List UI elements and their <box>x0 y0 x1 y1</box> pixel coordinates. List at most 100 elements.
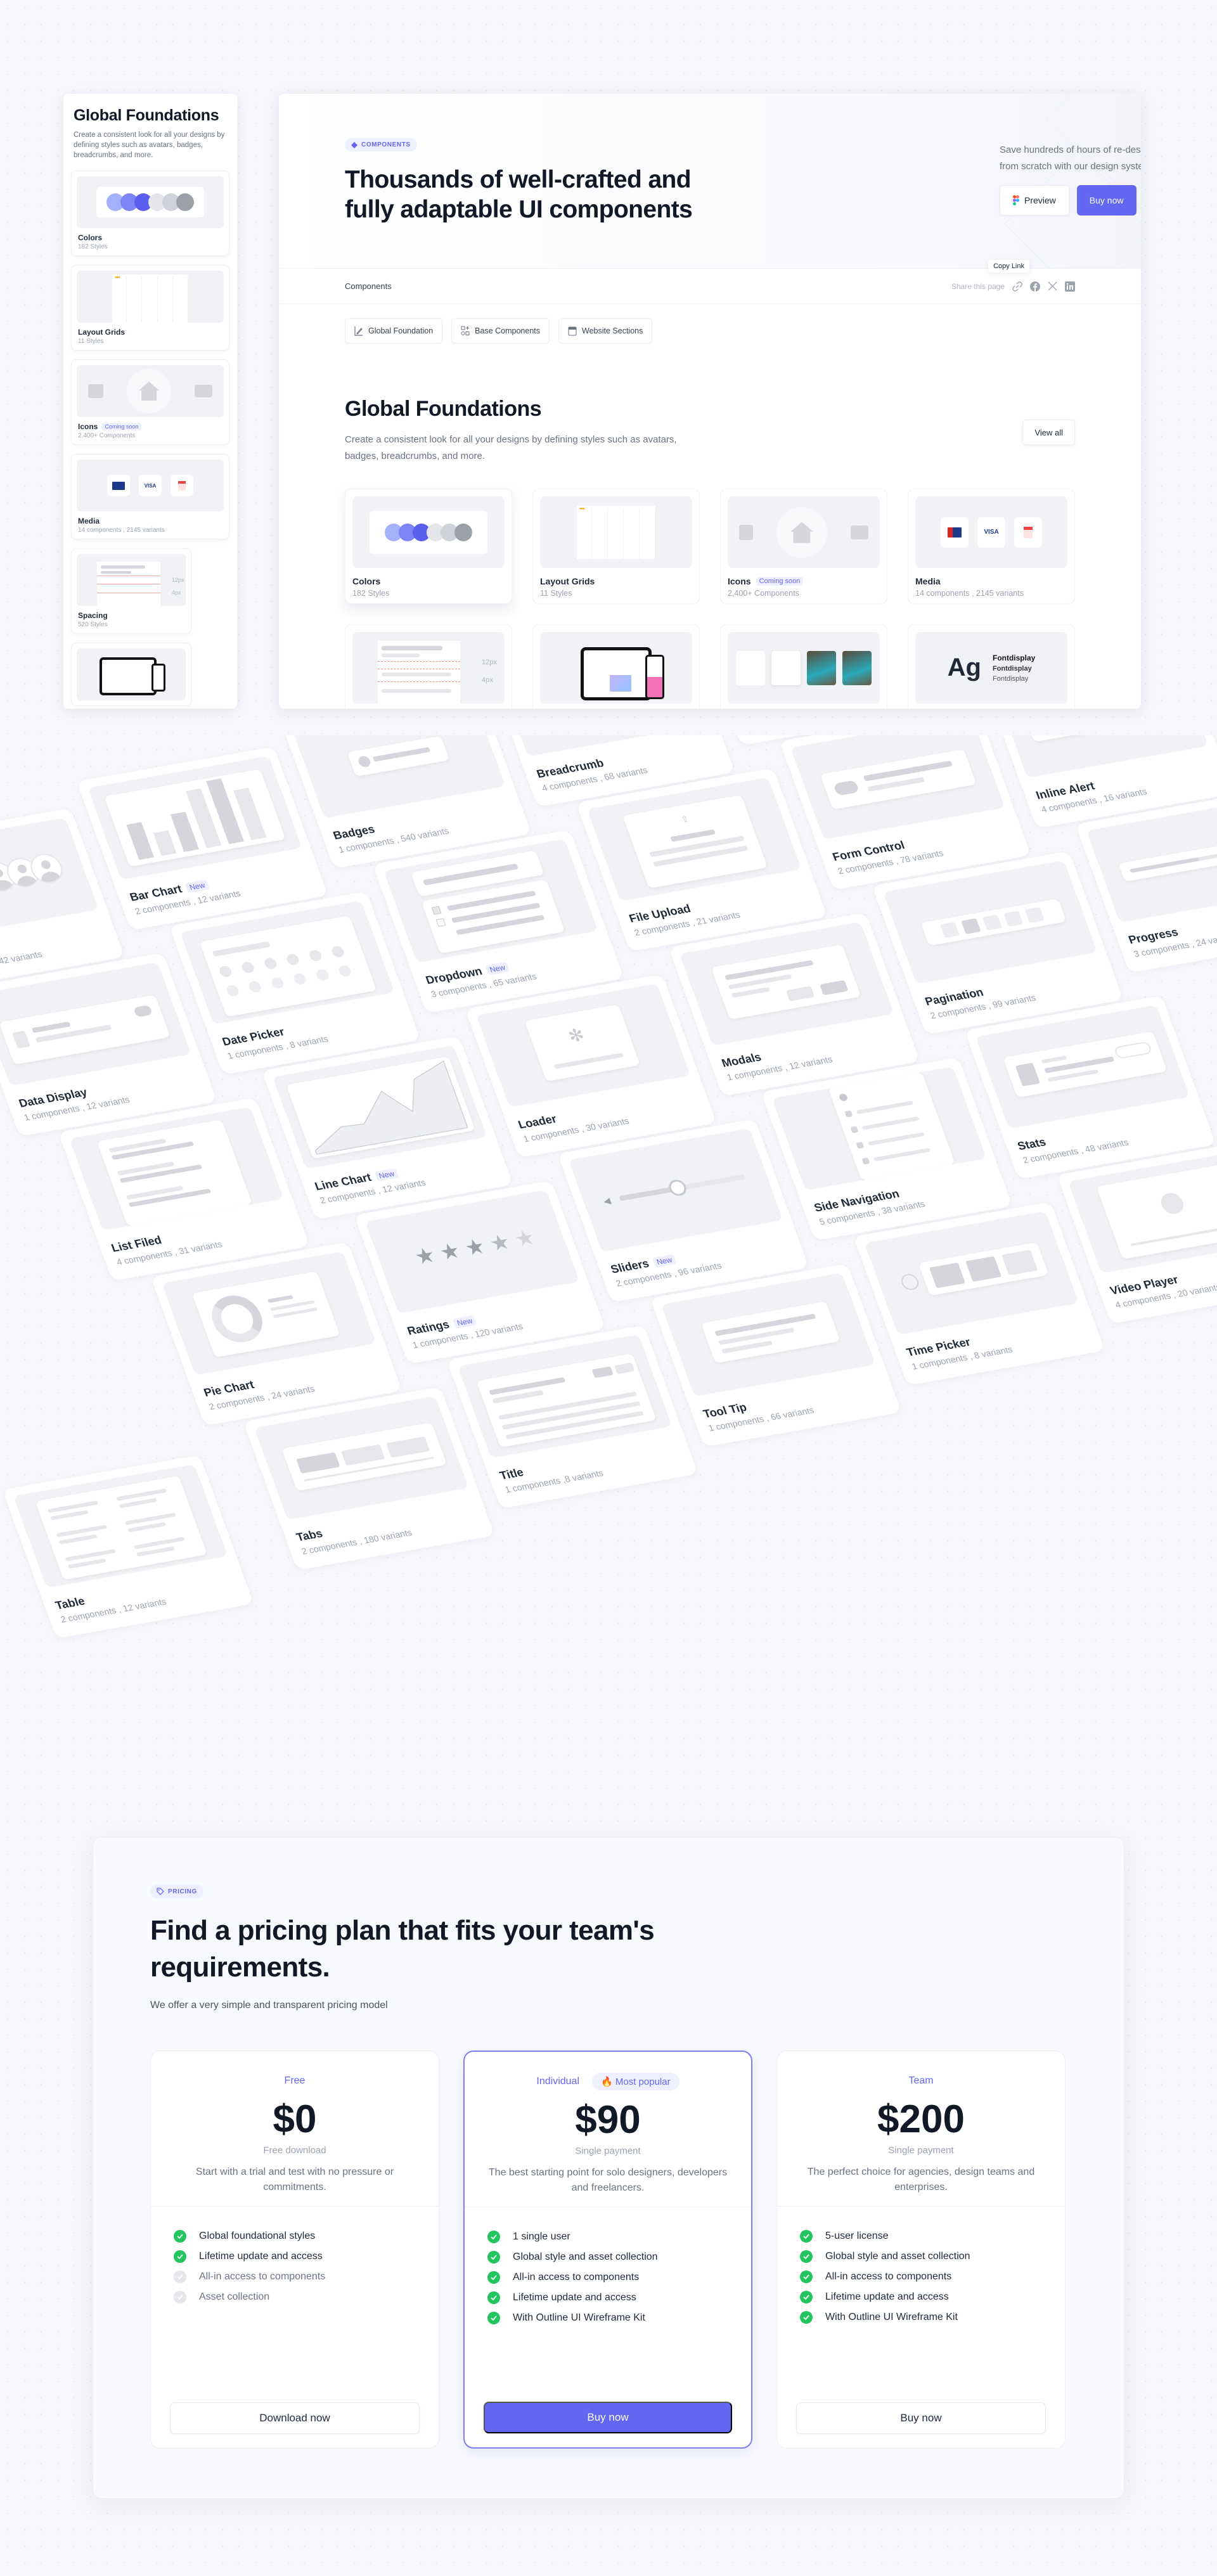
component-card-table[interactable]: Table 2 components , 12 variants <box>2 1455 254 1639</box>
component-card-data-display[interactable]: Data Display 1 components , 12 variants <box>0 953 217 1137</box>
feature-item: Global foundational styles <box>174 2226 325 2246</box>
foundation-card-media[interactable]: VISA Media 14 components , 2145 variants <box>908 489 1075 604</box>
icons-thumbnail <box>77 365 224 417</box>
foundation-card-devices[interactable] <box>532 624 700 709</box>
flag-icon <box>941 517 969 548</box>
feature-label: Global foundational styles <box>199 2231 316 2241</box>
feature-item: With Outline UI Wireframe Kit <box>800 2307 970 2328</box>
linkedin-icon[interactable] <box>1065 281 1075 292</box>
inbox-icon <box>850 525 868 539</box>
plan-card-free: Free $0 Free download Start with a trial… <box>150 2051 439 2449</box>
component-card-list-filed[interactable]: List Filed 4 components , 31 variants <box>58 1097 310 1281</box>
component-card-pie-chart[interactable]: Pie Chart 2 components , 24 variants <box>150 1242 402 1426</box>
foundation-card-layout-grids[interactable]: ●●● Layout Grids 11 Styles <box>532 489 700 604</box>
card-meta: 2,400+ Components <box>78 432 136 439</box>
new-badge: New <box>184 879 210 893</box>
visa-icon: VISA <box>977 517 1005 548</box>
card-meta: 182 Styles <box>352 589 390 598</box>
color-swatch <box>454 523 472 541</box>
breadcrumb[interactable]: Components <box>345 281 392 291</box>
side-card-spacing[interactable]: 12px 4px Spacing 520 Styles <box>71 548 191 634</box>
hero-buttons: Preview Buy now <box>1000 185 1137 216</box>
preview-button[interactable]: Preview <box>1000 185 1069 216</box>
media-thumbnail: VISA <box>77 460 224 512</box>
foundation-card-typography[interactable]: Ag Fontdisplay Fontdisplay Fontdisplay <box>908 624 1075 709</box>
link-icon[interactable] <box>1012 281 1022 292</box>
card-title: Media <box>915 576 941 586</box>
tab-base-components[interactable]: Base Components <box>451 318 550 344</box>
side-card-devices[interactable] <box>71 643 191 706</box>
component-thumbnail <box>180 900 395 1025</box>
component-thumbnail <box>790 735 1005 840</box>
plan-price: $90 <box>575 2098 641 2142</box>
foundation-card-colors[interactable]: Colors 182 Styles <box>345 489 512 604</box>
card-title: Spacing <box>78 611 108 620</box>
component-card-stats[interactable]: Stats 2 components , 48 variants <box>964 995 1216 1180</box>
component-card-dropdown[interactable]: Dropdown New 3 components , 65 variants <box>372 829 624 1014</box>
check-circle-icon <box>487 2312 500 2324</box>
facebook-icon[interactable] <box>1030 281 1040 292</box>
component-thumbnail <box>254 1396 469 1520</box>
type-sample: Ag <box>947 654 981 681</box>
side-card-media[interactable]: VISA Media 14 components , 2145 variants <box>71 454 229 539</box>
side-card-icons[interactable]: Icons Coming soon 2,400+ Components <box>71 359 229 445</box>
feature-item: Lifetime update and access <box>174 2246 325 2267</box>
component-card-sliders[interactable]: ◀ Sliders New 2 components , 96 variants <box>557 1119 809 1303</box>
component-thumbnail <box>975 1005 1190 1129</box>
feature-item: 1 single user <box>487 2227 658 2247</box>
inbox-icon <box>194 385 212 397</box>
section-description: Create a consistent look for all your de… <box>345 434 677 461</box>
flag-icon <box>107 475 130 496</box>
plan-payment-type: Free download <box>263 2145 326 2156</box>
preview-label: Preview <box>1024 195 1056 205</box>
component-card-date-picker[interactable]: Date Picker 1 components , 8 variants <box>169 891 421 1075</box>
pen-ruler-icon <box>354 326 363 336</box>
check-circle-icon <box>487 2271 500 2284</box>
plan-header: Free <box>151 2071 439 2090</box>
component-name: Tabs <box>294 1527 325 1544</box>
side-card-layout-grids[interactable]: ●●● Layout Grids 11 Styles <box>71 265 229 351</box>
component-card-side-navigation[interactable]: Side Navigation 5 components , 38 varian… <box>761 1057 1013 1241</box>
component-thumbnail <box>679 922 894 1046</box>
component-card-bar-chart[interactable]: Bar Chart New 2 components , 12 variants <box>76 746 328 931</box>
component-card-pagination[interactable]: Pagination 2 components , 99 variants <box>872 851 1124 1035</box>
component-card-loader[interactable]: ✻ Loader 1 components , 30 variants <box>465 974 717 1158</box>
divider <box>465 2206 751 2207</box>
section-title: Global Foundations <box>345 397 542 421</box>
spacing-label: 12px <box>172 577 184 583</box>
component-card-line-chart[interactable]: Line Chart New 2 components , 12 variants <box>261 1036 513 1220</box>
component-card-tool-tip[interactable]: Tool Tip 1 components , 66 variants <box>650 1263 902 1447</box>
category-tabs: Global Foundation Base Components Websit… <box>279 304 1141 344</box>
plan-cta-free[interactable]: Download now <box>170 2402 420 2434</box>
components-showcase: Avatar 4 components , 142 variants Bar C… <box>0 735 1217 1800</box>
plan-cta-individual[interactable]: Buy now <box>484 2402 732 2433</box>
component-thumbnail <box>457 1334 673 1459</box>
foundation-card-spacing[interactable]: 12px 4px <box>345 624 512 709</box>
tab-website-sections[interactable]: Website Sections <box>558 318 653 344</box>
check-circle-disabled-icon <box>174 2270 186 2283</box>
pricing-plans: Free $0 Free download Start with a trial… <box>150 2051 1066 2449</box>
component-thumbnail <box>162 1251 377 1375</box>
component-card-file-upload[interactable]: ⇧ File Upload 2 components , 21 variants <box>576 768 828 952</box>
tab-global-foundation[interactable]: Global Foundation <box>345 318 443 344</box>
component-card-tabs[interactable]: Tabs 2 components , 180 variants <box>243 1386 495 1571</box>
component-card-modals[interactable]: Modals 1 components , 12 variants <box>668 912 920 1097</box>
card-meta: 182 Styles <box>78 243 108 250</box>
plan-cta-team[interactable]: Buy now <box>796 2402 1046 2434</box>
x-icon[interactable] <box>1048 281 1057 291</box>
component-card-ratings[interactable]: ★ ★ ★ ★ ★ Ratings New 1 components , 120 vari… <box>354 1180 606 1364</box>
side-card-colors[interactable]: Colors 182 Styles <box>71 171 229 256</box>
component-card-title[interactable]: Title 1 components ,8 variants <box>446 1325 699 1509</box>
feature-list: 1 single user Global style and asset coll… <box>487 2227 658 2328</box>
plan-description: The best starting point for solo designe… <box>488 2167 728 2193</box>
view-all-button[interactable]: View all <box>1022 420 1075 445</box>
devices-thumbnail <box>77 648 186 700</box>
components-pill: COMPONENTS <box>345 138 417 151</box>
buy-now-button[interactable]: Buy now <box>1076 185 1137 216</box>
check-circle-icon <box>800 2291 813 2303</box>
color-swatches <box>370 510 487 554</box>
foundation-card-images[interactable] <box>720 624 887 709</box>
foundation-card-icons[interactable]: Icons Coming soon 2,400+ Components <box>720 489 887 604</box>
component-card-time-picker[interactable]: Time Picker 1 components , 8 variants <box>853 1202 1105 1386</box>
card-meta: 14 components , 2145 variants <box>78 527 165 534</box>
